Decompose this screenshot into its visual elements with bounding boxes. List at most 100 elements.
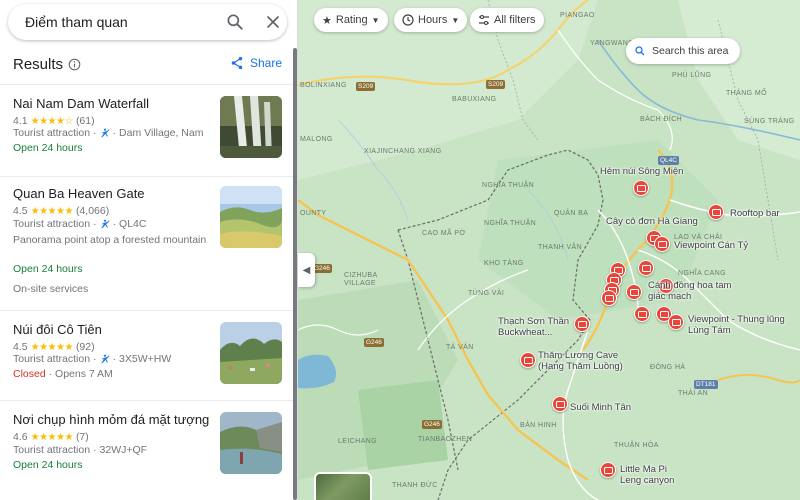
result-name: Núi đôi Cô Tiên bbox=[13, 322, 102, 337]
rating-value: 4.6 bbox=[13, 431, 28, 443]
result-category-line: Tourist attraction · · QL4C bbox=[13, 218, 147, 230]
place-label: THÁI AN bbox=[678, 390, 709, 397]
map-pin[interactable] bbox=[654, 236, 670, 252]
result-rating: 4.6 ★★★★★ (7) bbox=[13, 431, 89, 443]
search-box[interactable] bbox=[8, 4, 287, 40]
road-shield: S209 bbox=[356, 82, 376, 91]
result-category: Tourist attraction bbox=[13, 127, 91, 139]
search-icon bbox=[635, 46, 645, 56]
result-category: Tourist attraction bbox=[13, 218, 91, 230]
result-photo-waterfall[interactable] bbox=[220, 96, 282, 158]
rating-filter-chip[interactable]: ★ Rating ▼ bbox=[314, 8, 388, 32]
divider bbox=[0, 310, 297, 311]
share-button[interactable]: Share bbox=[230, 56, 282, 70]
place-label: CIZHUBA VILLAGE bbox=[344, 272, 378, 287]
info-icon[interactable] bbox=[68, 58, 81, 71]
place-label: THANH ĐỨC bbox=[392, 482, 438, 489]
map-pin[interactable] bbox=[601, 290, 617, 306]
divider bbox=[0, 400, 297, 401]
star-rating-icon: ★★★★☆ bbox=[30, 115, 74, 127]
result-rating: 4.5 ★★★★★ (4,066) bbox=[13, 205, 109, 217]
review-count: (7) bbox=[75, 431, 89, 443]
result-photo-nui-doi[interactable] bbox=[220, 322, 282, 384]
dropdown-arrow-icon: ▼ bbox=[451, 15, 460, 25]
accessibility-icon bbox=[100, 354, 110, 364]
result-item[interactable]: Nai Nam Dam Waterfall 4.1 ★★★★☆ (61) Tou… bbox=[0, 96, 292, 174]
place-label: NGHĨA THUẬN bbox=[482, 182, 535, 189]
result-item[interactable]: Nơi chụp hình mỏm đá mặt tượng 4.6 ★★★★★… bbox=[0, 412, 292, 482]
pin-label[interactable]: Cây cô đơn Hà Giang bbox=[606, 216, 698, 227]
layers-toggle-button[interactable] bbox=[314, 472, 372, 500]
share-icon bbox=[231, 56, 243, 70]
scrollbar[interactable] bbox=[293, 48, 297, 500]
pin-label[interactable]: Cánh đồng hoa tam giác mạch bbox=[648, 280, 732, 302]
result-item[interactable]: Núi đôi Cô Tiên 4.5 ★★★★★ (92) Tourist a… bbox=[0, 322, 292, 392]
chevron-left-icon: ◀ bbox=[302, 264, 311, 276]
star-rating-icon: ★★★★★ bbox=[30, 205, 74, 217]
map-pin[interactable] bbox=[520, 352, 536, 368]
result-hours: Open 24 hours bbox=[13, 142, 83, 154]
place-label: NGHĨA CANG bbox=[678, 270, 726, 277]
search-icon[interactable] bbox=[225, 12, 245, 32]
result-photo-rock[interactable] bbox=[220, 412, 282, 474]
map-pin[interactable] bbox=[638, 260, 654, 276]
pin-label[interactable]: Viewpoint Cán Tỷ bbox=[674, 240, 748, 251]
search-this-area-button[interactable]: Search this area bbox=[626, 38, 741, 64]
map-pin[interactable] bbox=[600, 462, 616, 478]
result-item[interactable]: Quan Ba Heaven Gate 4.5 ★★★★★ (4,066) To… bbox=[0, 186, 292, 304]
map-pin[interactable] bbox=[668, 314, 684, 330]
map-pin[interactable] bbox=[708, 204, 724, 220]
map-pin[interactable] bbox=[552, 396, 568, 412]
result-photo-heaven-gate[interactable] bbox=[220, 186, 282, 248]
clock-icon bbox=[402, 14, 414, 26]
map-canvas[interactable]: PIANGAO YANGWANG PHÚ LŨNG THÁNG MỐ BÁCH … bbox=[298, 0, 800, 500]
place-label: LEICHANG bbox=[338, 438, 377, 445]
search-input[interactable] bbox=[25, 14, 205, 30]
review-count: (4,066) bbox=[75, 205, 110, 217]
all-filters-label: All filters bbox=[494, 14, 536, 26]
star-rating-icon: ★★★★★ bbox=[30, 341, 74, 353]
road-shield: G246 bbox=[364, 338, 384, 347]
place-label: QUẢN BẠ bbox=[554, 210, 589, 217]
opens-time: · Opens 7 AM bbox=[48, 368, 113, 380]
result-address: Dam Village, Nam bbox=[119, 127, 204, 139]
accessibility-icon bbox=[100, 219, 110, 229]
accessibility-icon bbox=[100, 128, 110, 138]
hours-filter-label: Hours bbox=[418, 14, 448, 26]
pin-label[interactable]: Rooftop bar bbox=[730, 208, 780, 219]
results-title: Results bbox=[13, 56, 64, 73]
hours-filter-chip[interactable]: Hours ▼ bbox=[394, 8, 468, 32]
place-label: BÁCH ĐÍCH bbox=[640, 116, 683, 123]
place-label: THUẬN HÒA bbox=[614, 442, 659, 449]
divider bbox=[0, 84, 297, 85]
place-label: THÁNG MỐ bbox=[726, 90, 767, 97]
place-label: BABUXIANG bbox=[452, 96, 497, 103]
result-address: 32WJ+QF bbox=[99, 444, 148, 456]
pin-label[interactable]: Little Ma Pi Leng canyon bbox=[620, 464, 690, 486]
all-filters-chip[interactable]: All filters bbox=[470, 8, 544, 32]
result-category: Tourist attraction bbox=[13, 444, 91, 456]
pin-label[interactable]: Thạch Sơn Thần Buckwheat... bbox=[498, 316, 578, 338]
share-label: Share bbox=[250, 56, 283, 70]
road-shield: DT181 bbox=[694, 380, 718, 389]
place-label: MALONG bbox=[300, 136, 333, 143]
result-rating: 4.5 ★★★★★ (92) bbox=[13, 341, 95, 353]
map-pin[interactable] bbox=[634, 306, 650, 322]
divider bbox=[0, 176, 297, 177]
place-label: BOLINXIANG bbox=[300, 82, 347, 89]
pin-label[interactable]: Suối Minh Tân bbox=[570, 402, 631, 413]
road-shield: S209 bbox=[486, 80, 506, 89]
place-label: TÙNG VÀI bbox=[468, 290, 505, 297]
result-category-line: Tourist attraction · 32WJ+QF bbox=[13, 444, 148, 456]
result-address: 3X5W+HW bbox=[119, 353, 172, 365]
place-label: NGHĨA THUẬN bbox=[484, 220, 537, 227]
pin-label[interactable]: Thăm Lương Cave (Hang Thăm Luồng) bbox=[538, 350, 638, 372]
collapse-panel-button[interactable]: ◀ bbox=[298, 253, 315, 287]
place-label: XIAJINCHANG XIANG bbox=[364, 148, 442, 155]
result-hours: Closed · Opens 7 AM bbox=[13, 368, 113, 380]
close-icon[interactable] bbox=[263, 12, 283, 32]
pin-label[interactable]: Hẻm núi Sông Miện bbox=[600, 166, 683, 177]
map-pin[interactable] bbox=[633, 180, 649, 196]
pin-label[interactable]: Viewpoint - Thung lũng Lùng Tám bbox=[688, 314, 788, 336]
map-pin[interactable] bbox=[626, 284, 642, 300]
